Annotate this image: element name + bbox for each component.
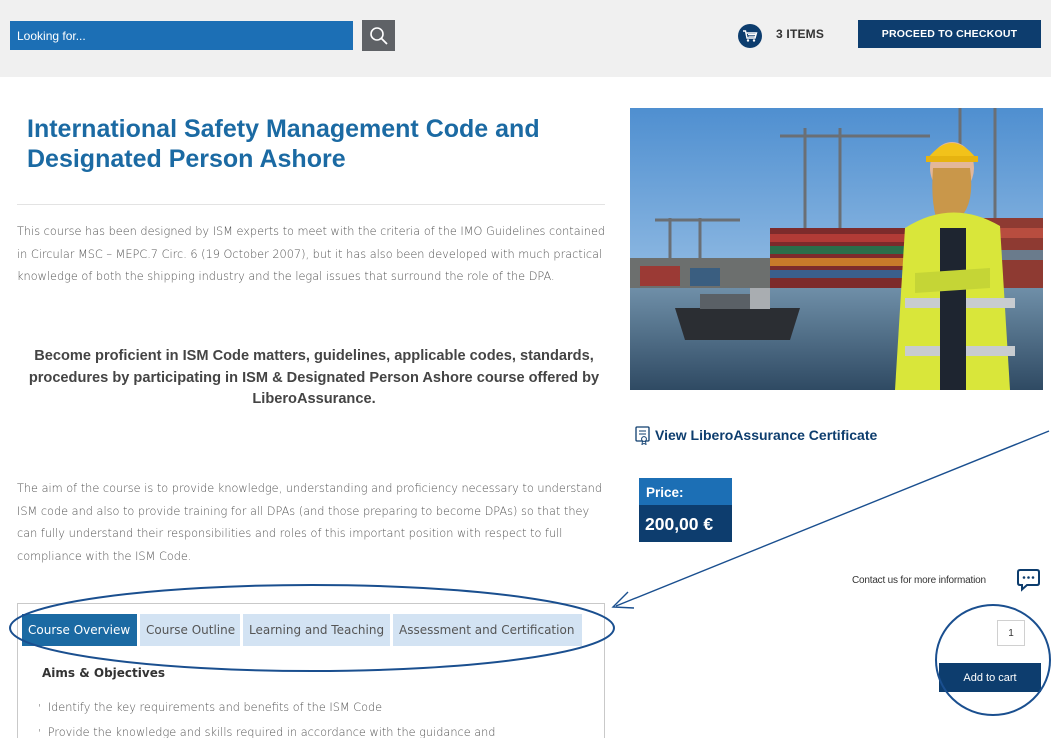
bullet-mark: ' (38, 727, 41, 738)
course-aim-text: The aim of the course is to provide know… (17, 482, 602, 563)
search-input[interactable] (10, 21, 353, 50)
price-box: Price: 200,00 € (639, 478, 732, 542)
cart-count[interactable]: 3 ITEMS (776, 27, 824, 41)
aims-list: ' Identify the key requirements and benef… (38, 696, 495, 738)
proceed-to-checkout-button[interactable]: PROCEED TO CHECKOUT (858, 20, 1041, 48)
price-value: 200,00 € (639, 505, 732, 542)
list-item: ' Provide the knowledge and skills requir… (38, 721, 495, 738)
title-divider (17, 204, 605, 205)
tab-course-overview[interactable]: Course Overview (22, 614, 137, 646)
view-certificate-link[interactable]: View LiberoAssurance Certificate (655, 427, 877, 443)
list-item-text: Provide the knowledge and skills require… (47, 725, 496, 738)
tab-course-outline[interactable]: Course Outline (140, 614, 240, 646)
cart-highlight-ellipse (935, 604, 1051, 716)
search-button[interactable] (362, 20, 395, 51)
quantity-input[interactable] (997, 620, 1025, 646)
chat-icon[interactable] (1016, 568, 1041, 592)
product-image (630, 108, 1043, 390)
list-item-text: Identify the key requirements and benefi… (47, 701, 383, 714)
certificate-icon[interactable] (635, 426, 651, 445)
tab-assessment-and-certification[interactable]: Assessment and Certification (393, 614, 582, 646)
course-intro-text: This course has been designed by ISM exp… (17, 225, 606, 283)
contact-us-text[interactable]: Contact us for more information (852, 575, 986, 586)
tab-learning-and-teaching[interactable]: Learning and Teaching (243, 614, 390, 646)
course-tabs: Course Overview Course Outline Learning … (22, 614, 582, 646)
list-item: ' Identify the key requirements and benef… (38, 696, 495, 721)
cart-icon[interactable] (738, 24, 762, 48)
bullet-mark: ' (38, 703, 41, 714)
annotation-arrow-head (611, 591, 635, 609)
top-bar: 3 ITEMS PROCEED TO CHECKOUT (0, 0, 1051, 77)
search-icon (369, 26, 388, 45)
page-title: International Safety Management Code and… (27, 115, 540, 173)
aims-heading: Aims & Objectives (42, 666, 165, 680)
price-label: Price: (639, 478, 732, 505)
course-highlight-text: Become proficient in ISM Code matters, g… (28, 348, 600, 407)
add-to-cart-button[interactable]: Add to cart (939, 663, 1041, 692)
